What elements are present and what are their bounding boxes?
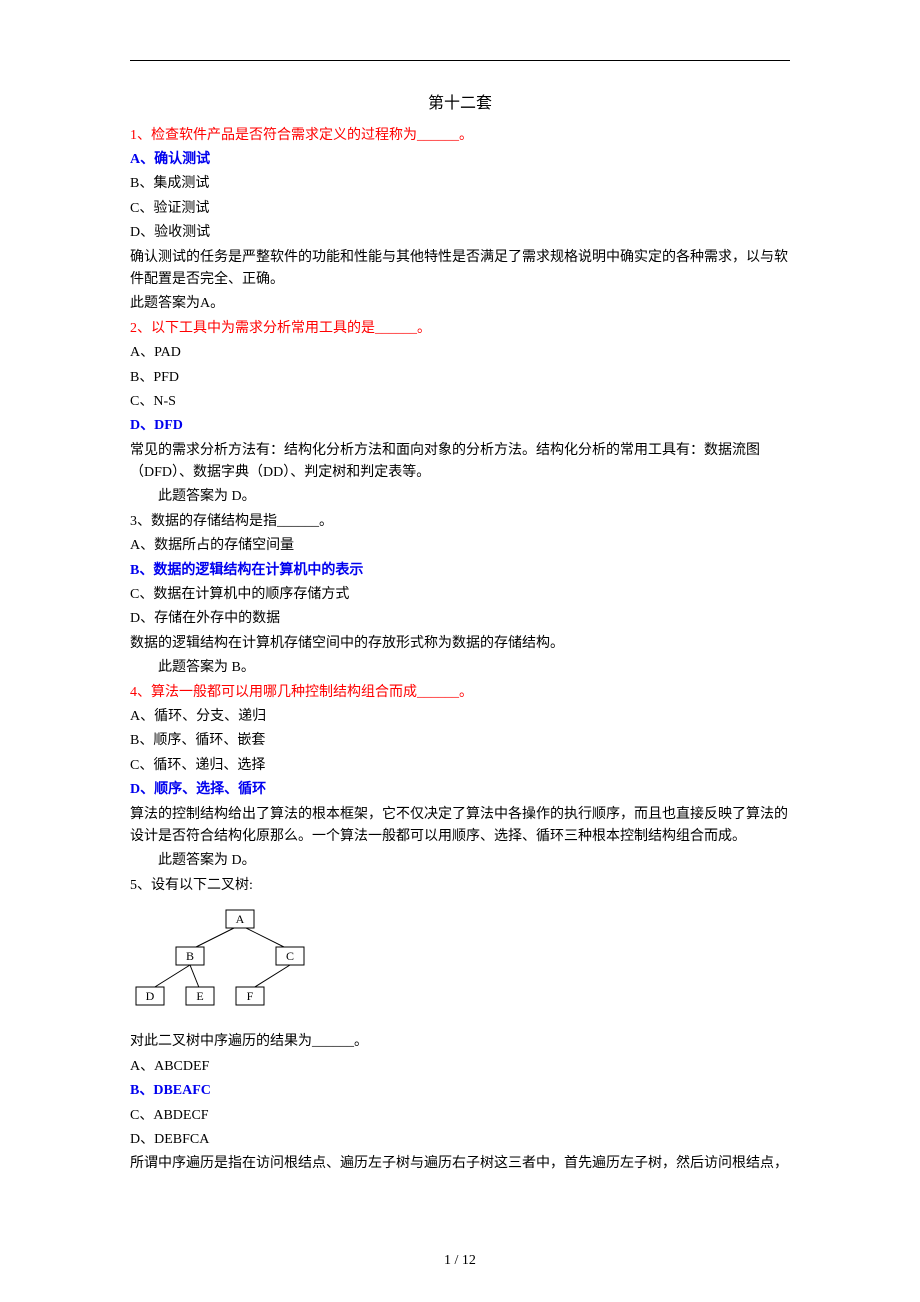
tree-node-f: F — [247, 989, 254, 1003]
q4-prompt: 4、算法一般都可以用哪几种控制结构组合而成______。 — [130, 682, 790, 704]
q2-prompt: 2、以下工具中为需求分析常用工具的是______。 — [130, 318, 790, 340]
q2-option-a: A、PAD — [130, 342, 790, 364]
q5-option-b: B、DBEAFC — [130, 1080, 790, 1102]
q4-option-d: D、顺序、选择、循环 — [130, 779, 790, 801]
document-page: 第十二套 1、检查软件产品是否符合需求定义的过程称为______。 A、确认测试… — [0, 0, 920, 1302]
q2-option-c: C、N-S — [130, 391, 790, 413]
q4-explanation-1: 算法的控制结构给出了算法的根本框架，它不仅决定了算法中各操作的执行顺序，而且也直… — [130, 804, 790, 849]
q1-explanation-2: 此题答案为A。 — [130, 293, 790, 315]
tree-node-e: E — [196, 989, 203, 1003]
q4-option-b: B、顺序、循环、嵌套 — [130, 730, 790, 752]
q1-explanation-1: 确认测试的任务是严整软件的功能和性能与其他特性是否满足了需求规格说明中确实定的各… — [130, 247, 790, 292]
q2-explanation-2: 此题答案为 D。 — [130, 486, 790, 508]
tree-node-b: B — [186, 949, 194, 963]
q4-option-c: C、循环、递归、选择 — [130, 755, 790, 777]
page-title: 第十二套 — [130, 91, 790, 117]
q5-after-tree: 对此二叉树中序遍历的结果为______。 — [130, 1031, 790, 1053]
q1-prompt: 1、检查软件产品是否符合需求定义的过程称为______。 — [130, 125, 790, 147]
q1-option-b: B、集成测试 — [130, 173, 790, 195]
q2-option-b: B、PFD — [130, 367, 790, 389]
q5-option-a: A、ABCDEF — [130, 1056, 790, 1078]
q5-option-c: C、ABDECF — [130, 1105, 790, 1127]
tree-node-c: C — [286, 949, 294, 963]
q1-option-c: C、验证测试 — [130, 198, 790, 220]
q2-option-d: D、DFD — [130, 415, 790, 437]
q1-option-a: A、确认测试 — [130, 149, 790, 171]
q4-option-a: A、循环、分支、递归 — [130, 706, 790, 728]
q3-option-a: A、数据所占的存储空间量 — [130, 535, 790, 557]
q3-option-c: C、数据在计算机中的顺序存储方式 — [130, 584, 790, 606]
q5-explanation-1: 所谓中序遍历是指在访问根结点、遍历左子树与遍历右子树这三者中，首先遍历左子树，然… — [130, 1153, 790, 1175]
q3-explanation-1: 数据的逻辑结构在计算机存储空间中的存放形式称为数据的存储结构。 — [130, 633, 790, 655]
binary-tree-diagram: A B C D E F — [130, 905, 330, 1015]
q5-option-d: D、DEBFCA — [130, 1129, 790, 1151]
tree-node-a: A — [236, 912, 245, 926]
q3-explanation-2: 此题答案为 B。 — [130, 657, 790, 679]
q5-prompt: 5、设有以下二叉树: — [130, 875, 790, 897]
tree-node-d: D — [146, 989, 155, 1003]
q3-option-b: B、数据的逻辑结构在计算机中的表示 — [130, 560, 790, 582]
q4-explanation-2: 此题答案为 D。 — [130, 850, 790, 872]
q3-prompt: 3、数据的存储结构是指______。 — [130, 511, 790, 533]
q2-explanation-1: 常见的需求分析方法有：结构化分析方法和面向对象的分析方法。结构化分析的常用工具有… — [130, 440, 790, 485]
top-rule — [130, 60, 790, 61]
q3-option-d: D、存储在外存中的数据 — [130, 608, 790, 630]
q1-option-d: D、验收测试 — [130, 222, 790, 244]
page-footer: 1 / 12 — [0, 1250, 920, 1272]
